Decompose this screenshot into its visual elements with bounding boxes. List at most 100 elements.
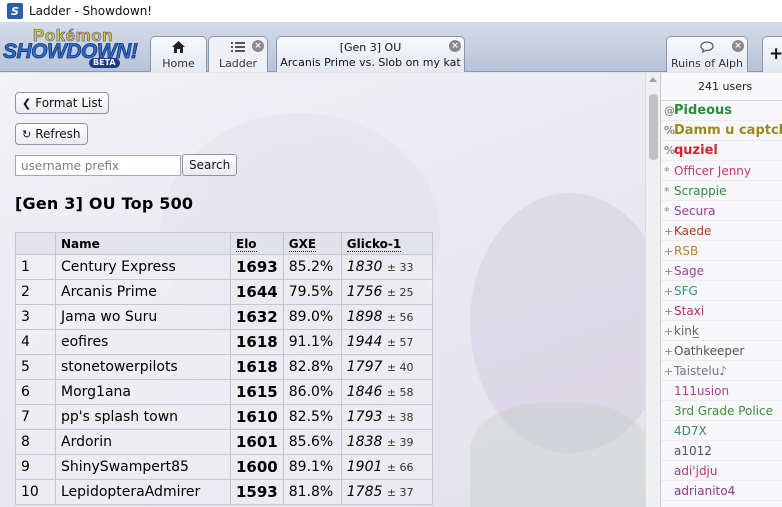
player-name[interactable]: eofires [55,329,231,355]
elo-cell: 1601 [230,429,284,455]
username: kink̲ [674,324,699,338]
elo-cell: 1615 [230,379,284,405]
tab-ladder[interactable]: Ladder × [208,36,268,72]
username: SFG [674,284,698,298]
user-list-item[interactable]: +Staxi [661,301,782,321]
new-tab-button[interactable]: + [762,36,782,72]
rank-cell: 4 [15,329,56,355]
user-group-symbol: * [664,165,670,178]
player-name[interactable]: Century Express [55,254,231,280]
gxe-cell: 81.8% [282,479,342,505]
refresh-button[interactable]: ↻ Refresh [15,123,88,145]
glicko-rating: 1944 [346,334,383,350]
user-count[interactable]: 241 users [661,73,782,101]
glicko-deviation: ± 56 [386,311,414,324]
username: Secura [674,204,716,218]
gxe-cell: 82.5% [282,404,342,430]
player-name[interactable]: pp's splash town [55,404,231,430]
player-name[interactable]: stonetowerpilots [55,354,231,380]
user-list-item[interactable]: %quziel [661,141,782,161]
user-list-item[interactable]: * Scrappie [661,181,782,201]
window-title: Ladder - Showdown! [29,4,153,18]
elo-cell: 1644 [230,279,284,305]
username: 111usion [674,384,730,398]
format-list-button[interactable]: ❮ Format List [15,92,110,114]
glicko-deviation: ± 39 [386,436,414,449]
glicko-deviation: ± 40 [386,361,414,374]
header-glicko-label: Glicko-1 [346,236,402,252]
user-group-symbol: + [664,365,674,378]
player-name[interactable]: LepidopteraAdmirer [55,479,231,505]
user-list-item[interactable]: * Officer Jenny [661,161,782,181]
table-row: 2 Arcanis Prime 1644 79.5% 1756 ± 25 [15,279,433,305]
search-button[interactable]: Search [182,154,238,176]
scrollbar-thumb[interactable] [649,94,658,160]
user-list-item[interactable]: +SFG [661,281,782,301]
user-list-item[interactable]: +RSB [661,241,782,261]
tab-battle-format: [Gen 3] OU [339,41,402,54]
glicko-deviation: ± 58 [386,386,414,399]
tab-ladder-label: Ladder [218,57,258,70]
close-icon[interactable]: × [252,40,264,52]
username: Scrappie [674,184,727,198]
user-list-item[interactable]: +Oathkeeper [661,341,782,361]
showdown-app-icon: S [7,3,23,19]
gxe-cell: 89.0% [282,304,342,330]
glicko-deviation: ± 37 [386,486,414,499]
rank-cell: 1 [15,254,56,280]
user-list-item[interactable]: %Damm u captcha [661,121,782,141]
gxe-cell: 89.1% [282,454,342,480]
tab-room[interactable]: Ruins of Alph × [666,36,748,72]
elo-cell: 1618 [230,329,284,355]
glicko-deviation: ± 38 [386,411,414,424]
user-list-item[interactable]: +Taistelu♪ [661,361,782,381]
glicko-rating: 1785 [346,484,383,500]
username: Sage [674,264,704,278]
glicko-deviation: ± 33 [386,261,414,274]
player-name[interactable]: ShinySwampert85 [55,454,231,480]
header-gxe-label: GXE [288,236,317,252]
close-icon[interactable]: × [449,40,461,52]
gxe-cell: 91.1% [282,329,342,355]
user-list-item[interactable]: +Kaede [661,221,782,241]
rank-cell: 6 [15,379,56,405]
user-list-item[interactable]: a1012 [661,441,782,461]
ladder-title: [Gen 3] OU Top 500 [15,194,194,213]
user-list-item[interactable]: adi'jdju [661,461,782,481]
rank-cell: 9 [15,454,56,480]
tab-home[interactable]: Home [150,36,207,72]
player-name[interactable]: Morg1ana [55,379,231,405]
user-list-item[interactable]: 4D7X [661,421,782,441]
glicko-cell: 1901 ± 66 [340,454,433,480]
glicko-cell: 1756 ± 25 [340,279,433,305]
user-list-item[interactable]: 3rd Grade Police [661,401,782,421]
glicko-deviation: ± 66 [386,461,414,474]
scroll-up-icon[interactable] [649,77,657,82]
ladder-scrollbar[interactable] [645,73,660,507]
tab-battle[interactable]: [Gen 3] OU Arcanis Prime vs. Slob on my … [276,36,465,72]
player-name[interactable]: Jama wo Suru [55,304,231,330]
username: a1012 [674,444,712,458]
username: 4D7X [674,424,707,438]
glicko-deviation: ± 57 [386,336,414,349]
user-list-item[interactable]: +kink̲ [661,321,782,341]
close-icon[interactable]: × [732,40,744,52]
player-name[interactable]: Ardorin [55,429,231,455]
user-list-item[interactable]: * Secura [661,201,782,221]
tab-home-label: Home [162,57,195,70]
player-name[interactable]: Arcanis Prime [55,279,231,305]
glicko-cell: 1785 ± 37 [340,479,433,505]
home-icon [151,41,206,56]
glicko-cell: 1898 ± 56 [340,304,433,330]
gxe-cell: 82.8% [282,354,342,380]
user-list-item[interactable]: adrianito4 [661,481,782,501]
header-gxe: GXE [282,232,342,255]
rank-cell: 7 [15,404,56,430]
user-list-item[interactable]: +Sage [661,261,782,281]
showdown-logo[interactable]: Pokémon SHOWDOWN! BETA [3,26,149,69]
user-list-item[interactable]: 111usion [661,381,782,401]
elo-cell: 1693 [230,254,284,280]
user-list-item[interactable]: @Pideous [661,101,782,121]
username-search-input[interactable] [15,155,181,176]
elo-cell: 1618 [230,354,284,380]
